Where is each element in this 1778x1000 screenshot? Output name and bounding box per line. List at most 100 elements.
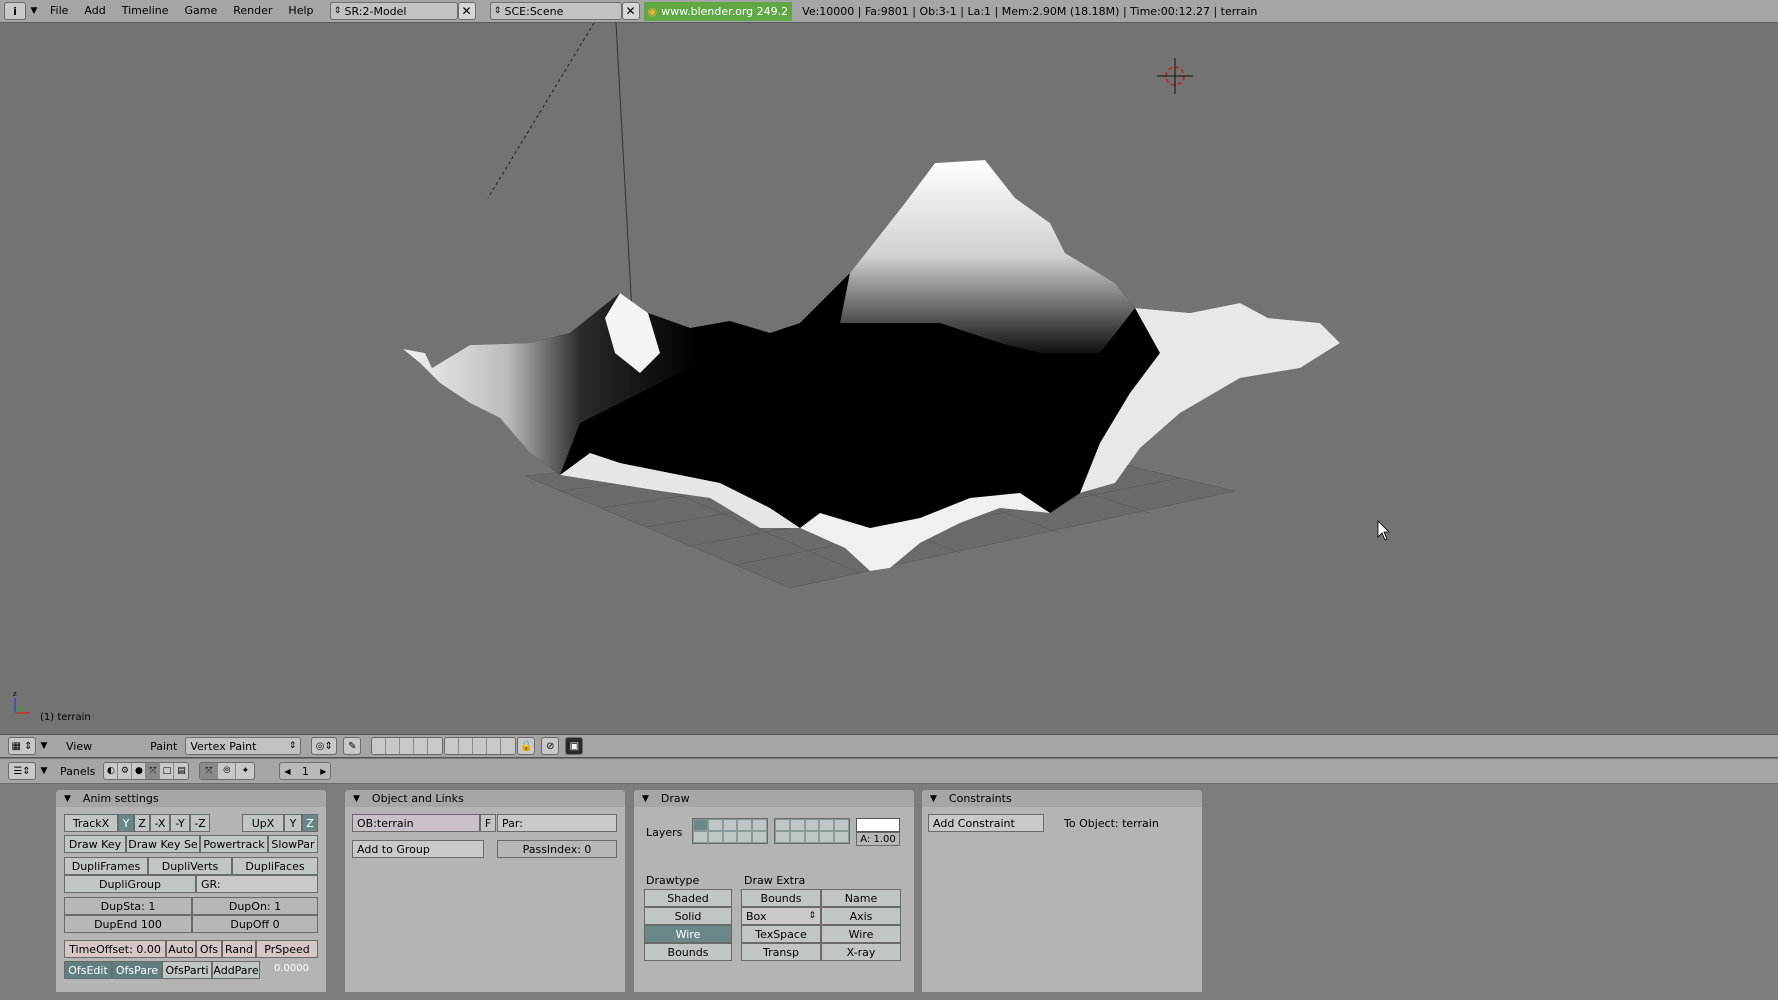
trackx-button[interactable]: TrackX <box>64 814 118 832</box>
bounds-type-select[interactable]: Box ⇕ <box>741 907 821 925</box>
wire-button[interactable]: Wire <box>821 925 901 943</box>
editor-type-grid-icon[interactable]: ▦ ⇕ <box>8 737 36 755</box>
collapse-arrow-icon[interactable]: ▼ <box>36 766 52 776</box>
ofsparti-button[interactable]: OfsParti <box>162 961 212 979</box>
dupon-field[interactable]: DupOn: 1 <box>192 897 318 915</box>
collapse-arrow-icon[interactable]: ▼ <box>26 6 42 16</box>
duplifaces-button[interactable]: DupliFaces <box>232 857 318 875</box>
fake-user-button[interactable]: F <box>480 814 496 832</box>
track-neg-x-button[interactable]: -X <box>150 814 170 832</box>
scene-selector[interactable]: ⇕ SCE:Scene <box>489 2 622 20</box>
axis-gizmo-icon: z <box>13 690 30 714</box>
buttons-window: ▼ Anim settings TrackX Y Z -X -Y -Z UpX Y… <box>0 784 1778 1000</box>
rand-button[interactable]: Rand <box>222 940 256 958</box>
view-menu[interactable]: View <box>66 740 92 753</box>
panel-header[interactable]: ▼ Anim settings <box>56 790 326 807</box>
layer-grid-2[interactable] <box>774 818 850 844</box>
drawtype-shaded-button[interactable]: Shaded <box>644 889 732 907</box>
drawtype-wire-button[interactable]: Wire <box>644 925 732 943</box>
ofspare-button[interactable]: OfsPare <box>112 961 162 979</box>
track-neg-y-button[interactable]: -Y <box>170 814 190 832</box>
frame-number: 1 <box>301 764 309 778</box>
ofs-button[interactable]: Ofs <box>196 940 222 958</box>
draw-key-button[interactable]: Draw Key <box>64 835 126 853</box>
blender-logo-icon: ◉ <box>647 4 658 18</box>
object-color-swatch[interactable] <box>856 818 900 832</box>
editor-type-buttons-icon[interactable]: ☰⇕ <box>8 762 36 780</box>
face-select-icon[interactable]: ✎ <box>343 737 362 755</box>
prspeed-button[interactable]: PrSpeed <box>256 940 318 958</box>
dupliframes-button[interactable]: DupliFrames <box>64 857 148 875</box>
timeoffset-field[interactable]: TimeOffset: 0.00 <box>64 940 166 958</box>
draw-type-icon[interactable]: ◎⇕ <box>311 737 338 755</box>
layer-grid-1[interactable] <box>692 818 768 844</box>
dupligroup-button[interactable]: DupliGroup <box>64 875 196 893</box>
collapse-arrow-icon: ▼ <box>642 793 649 804</box>
bounds-type-value: Box <box>746 909 767 923</box>
object-name-field[interactable]: OB:terrain <box>352 814 480 832</box>
slowpar-button[interactable]: SlowPar <box>268 835 318 853</box>
texspace-button[interactable]: TexSpace <box>741 925 821 943</box>
name-button[interactable]: Name <box>821 889 901 907</box>
transp-button[interactable]: Transp <box>741 943 821 961</box>
panel-header[interactable]: ▼ Object and Links <box>345 790 625 807</box>
render-preview-icon[interactable]: ▣ <box>565 737 584 755</box>
xray-button[interactable]: X-ray <box>821 943 901 961</box>
panels-menu[interactable]: Panels <box>60 765 95 778</box>
paint-menu[interactable]: Paint <box>150 740 177 753</box>
up-y-button[interactable]: Y <box>284 814 302 832</box>
panel-header[interactable]: ▼ Draw <box>634 790 914 807</box>
sub-context-buttons[interactable]: ⤧ ⦾ ✦ <box>199 762 256 780</box>
updown-icon: ⇕ <box>333 6 342 16</box>
delete-screen-button[interactable]: ✕ <box>457 2 476 20</box>
dupsta-field[interactable]: DupSta: 1 <box>64 897 192 915</box>
dupend-field[interactable]: DupEnd 100 <box>64 915 192 933</box>
drawtype-bounds-button[interactable]: Bounds <box>644 943 732 961</box>
no-sync-icon[interactable]: ⊘ <box>541 737 560 755</box>
frame-number-field[interactable]: ◀ 1 ▶ <box>279 762 332 780</box>
passindex-field[interactable]: PassIndex: 0 <box>497 840 617 858</box>
screen-selector[interactable]: ⇕ SR:2-Model <box>329 2 458 20</box>
track-z-button[interactable]: Z <box>134 814 150 832</box>
collapse-arrow-icon: ▼ <box>64 793 71 804</box>
upx-button[interactable]: UpX <box>242 814 284 832</box>
collapse-arrow-icon[interactable]: ▼ <box>36 741 52 751</box>
3d-cursor-icon[interactable] <box>1157 58 1193 94</box>
auto-button[interactable]: Auto <box>166 940 196 958</box>
track-y-button[interactable]: Y <box>118 814 134 832</box>
delete-scene-button[interactable]: ✕ <box>621 2 640 20</box>
ofsedit-button[interactable]: OfsEdit <box>64 961 112 979</box>
menu-help[interactable]: Help <box>280 0 321 22</box>
menu-file[interactable]: File <box>42 0 76 22</box>
lock-icon[interactable]: 🔒 <box>517 737 536 755</box>
add-to-group-button[interactable]: Add to Group <box>352 840 484 858</box>
layer-buttons-2[interactable] <box>444 737 517 755</box>
axis-button[interactable]: Axis <box>821 907 901 925</box>
menu-timeline[interactable]: Timeline <box>114 0 177 22</box>
dupliverts-button[interactable]: DupliVerts <box>148 857 232 875</box>
shading-context-icon: ● <box>132 763 147 779</box>
menu-game[interactable]: Game <box>177 0 226 22</box>
addpare-button[interactable]: AddPare <box>212 961 260 979</box>
menu-add[interactable]: Add <box>76 0 113 22</box>
mode-selector[interactable]: Vertex Paint ⇕ <box>185 737 302 755</box>
menu-render[interactable]: Render <box>225 0 280 22</box>
drawtype-label: Drawtype <box>646 874 700 887</box>
add-constraint-button[interactable]: Add Constraint <box>928 814 1044 832</box>
dupoff-field[interactable]: DupOff 0 <box>192 915 318 933</box>
alpha-field[interactable]: A: 1.00 <box>856 832 900 846</box>
track-neg-z-button[interactable]: -Z <box>190 814 210 832</box>
draw-key-sel-button[interactable]: Draw Key Se <box>126 835 200 853</box>
extra-bounds-button[interactable]: Bounds <box>741 889 821 907</box>
layer-buttons-1[interactable] <box>371 737 444 755</box>
info-editor-icon[interactable]: i <box>4 2 26 20</box>
context-buttons[interactable]: ◐ ⚙ ● ⤧ □ ▤ <box>103 762 190 780</box>
powertrack-button[interactable]: Powertrack <box>200 835 268 853</box>
3d-viewport[interactable]: z (1) terrain <box>0 23 1778 734</box>
terrain-mesh[interactable] <box>403 160 1340 571</box>
parent-field[interactable]: Par: <box>497 814 617 832</box>
group-field[interactable]: GR: <box>196 875 318 893</box>
up-z-button[interactable]: Z <box>302 814 318 832</box>
drawtype-solid-button[interactable]: Solid <box>644 907 732 925</box>
panel-header[interactable]: ▼ Constraints <box>922 790 1202 807</box>
